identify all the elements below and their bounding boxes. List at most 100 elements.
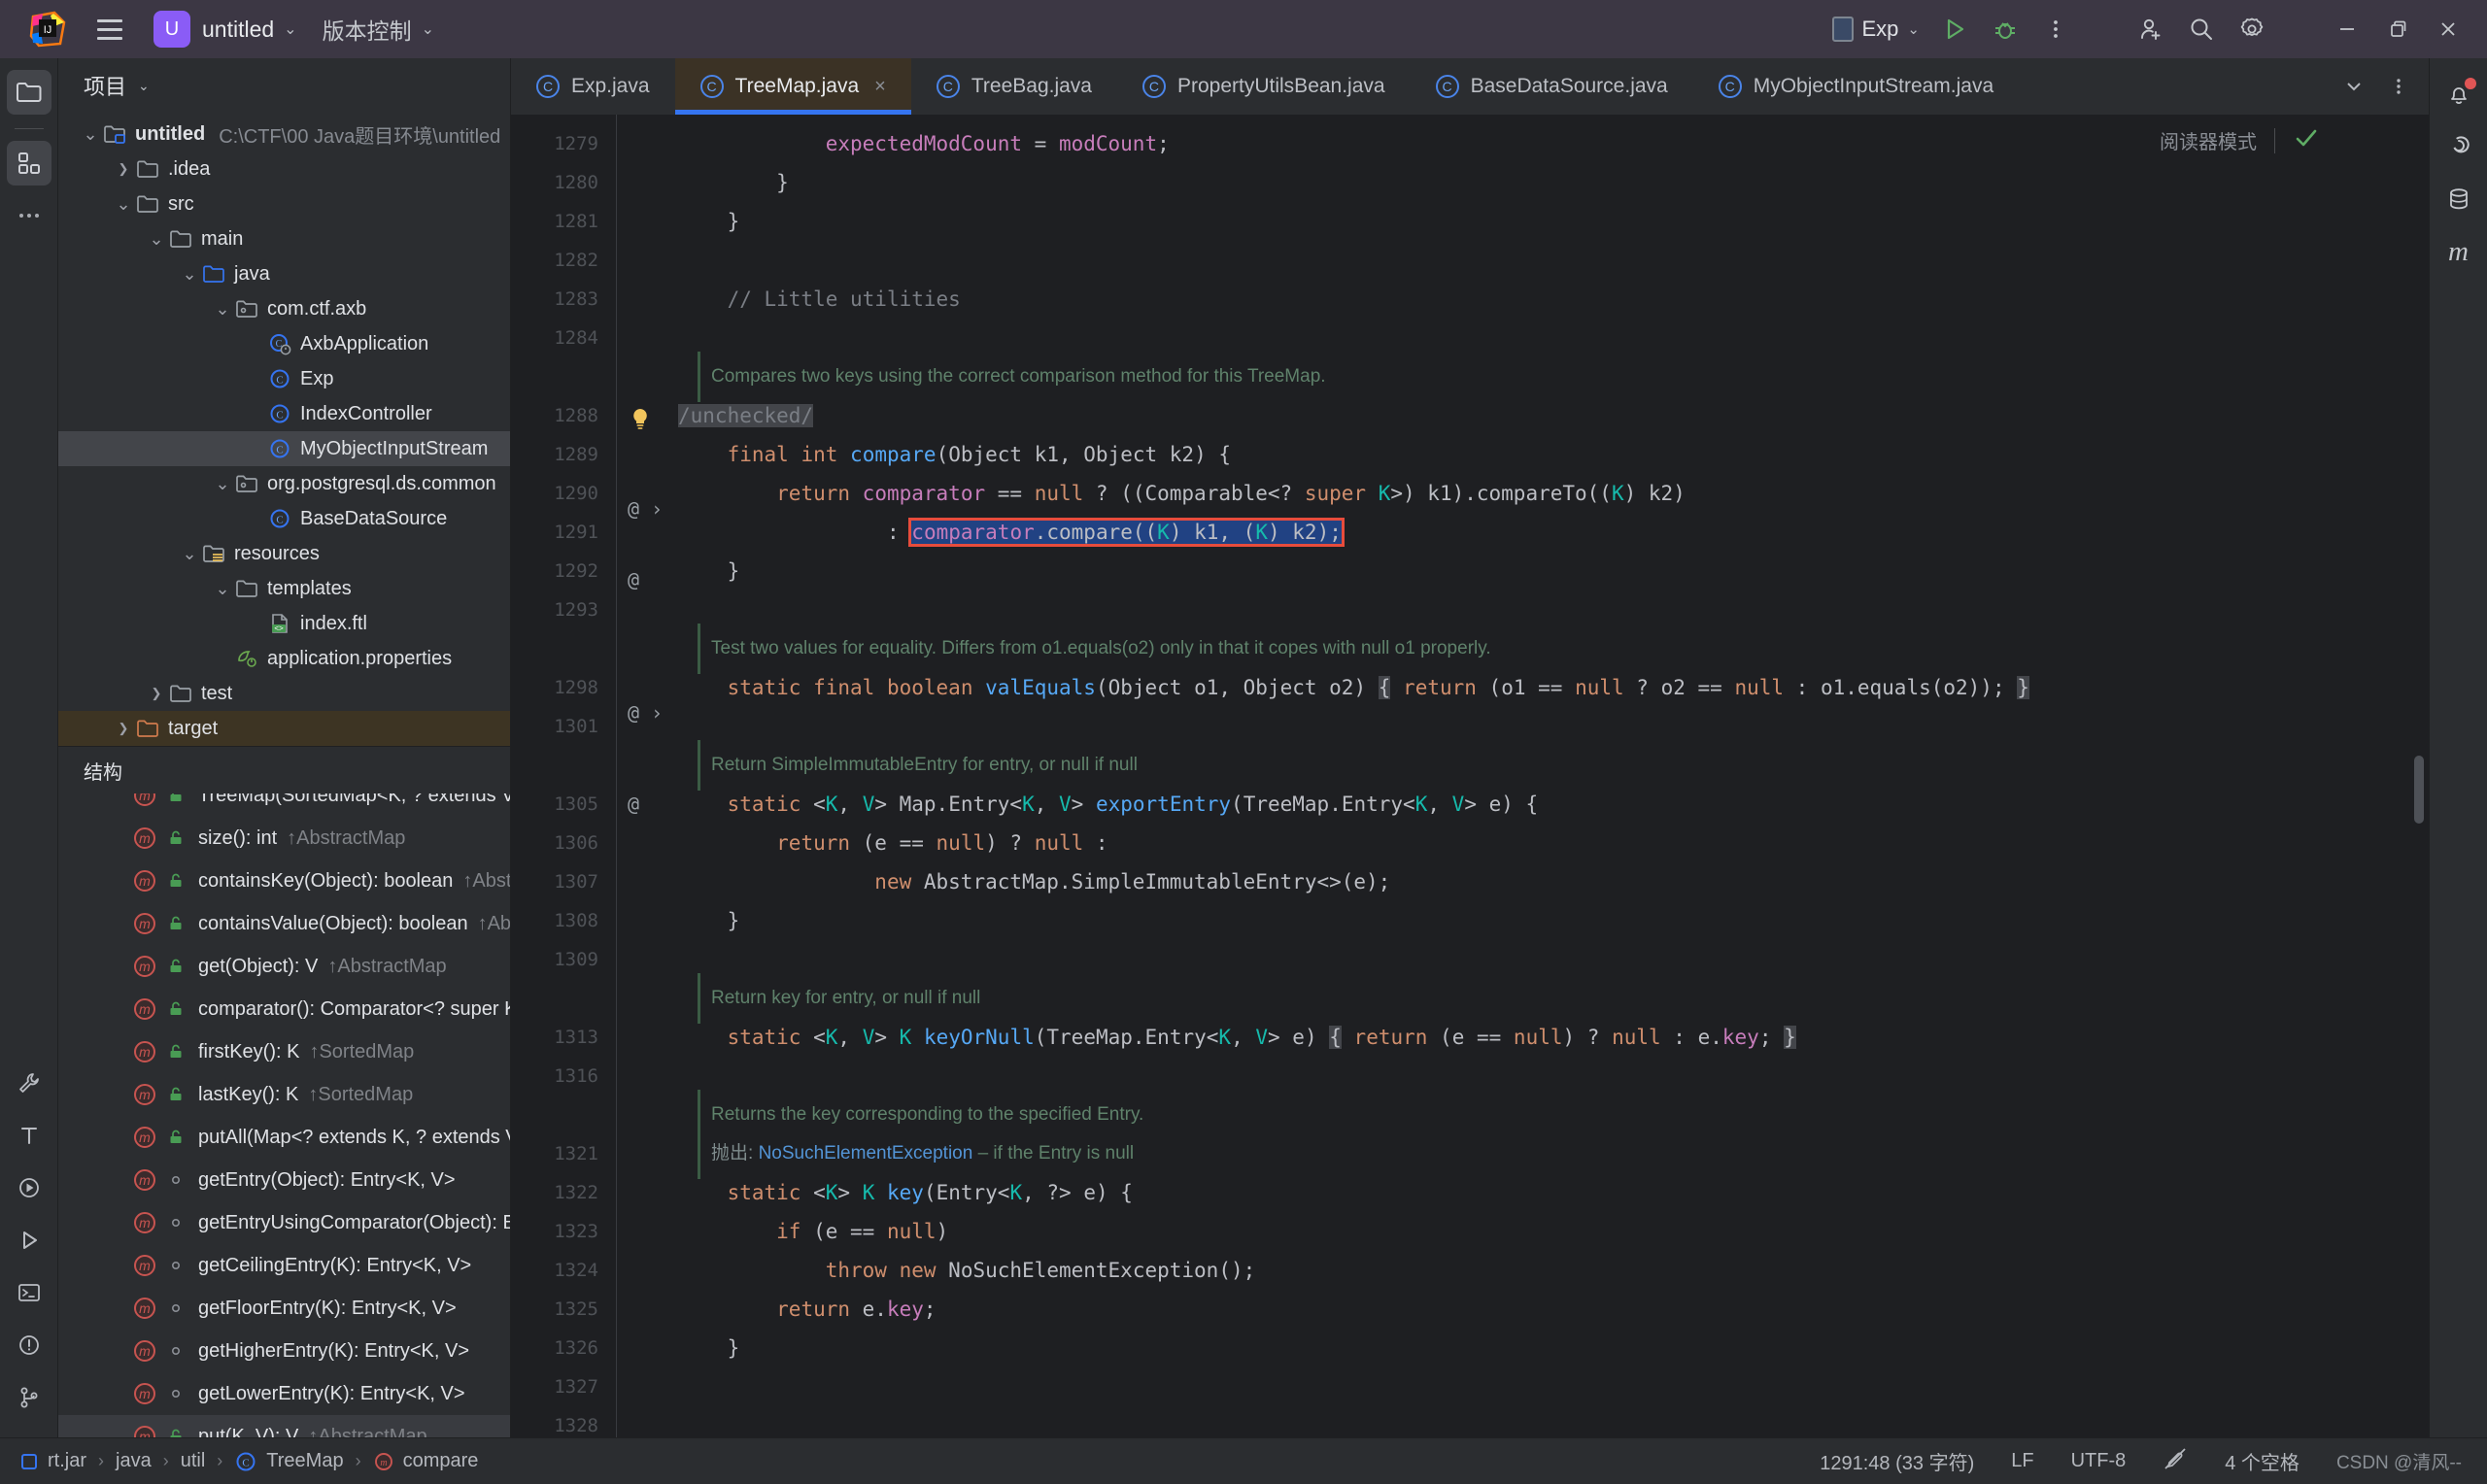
intention-bulb-icon[interactable] <box>628 406 653 437</box>
tab-more-vertical-icon[interactable] <box>2376 58 2421 115</box>
tree-expand-arrow-icon[interactable]: ⌄ <box>179 544 200 564</box>
no-edit-icon[interactable] <box>2163 1446 2188 1477</box>
hamburger-menu-icon[interactable] <box>87 7 132 51</box>
project-tree[interactable]: ⌄ untitled C:\CTF\00 Java题目环境\untitled ❯ .id… <box>58 113 510 746</box>
tree-expand-arrow-icon[interactable]: ❯ <box>146 686 167 701</box>
project-pane-header[interactable]: 项目 ⌄ <box>58 58 510 113</box>
tree-item-basedatasource[interactable]: C BaseDataSource <box>58 501 510 536</box>
structure-item[interactable]: m getHigherEntry(K): Entry<K, V> <box>58 1330 510 1372</box>
structure-item[interactable]: m getLowerEntry(K): Entry<K, V> <box>58 1372 510 1415</box>
tab-basedatasource-java[interactable]: C BaseDataSource.java <box>1411 58 1693 115</box>
scrollbar-thumb[interactable] <box>2414 756 2424 824</box>
git-branch-icon[interactable] <box>7 1375 51 1420</box>
tree-item-java[interactable]: ⌄ java <box>58 256 510 291</box>
vcs-menu-label[interactable]: 版本控制 <box>323 13 412 46</box>
breadcrumb-item-compare[interactable]: m compare <box>373 1450 478 1472</box>
build-wrench-icon[interactable] <box>7 1061 51 1105</box>
file-encoding[interactable]: UTF-8 <box>2071 1450 2127 1472</box>
code-content[interactable]: expectedModCount = modCount; } } // Litt… <box>678 115 2429 1437</box>
structure-list[interactable]: m TreeMap(SortedMap<K, ? extends V>) m size… <box>58 793 510 1437</box>
tree-item-index-ftl[interactable]: <> index.ftl <box>58 606 510 641</box>
sidebar-item-project[interactable] <box>6 70 51 115</box>
tree-item--idea[interactable]: ❯ .idea <box>58 152 510 186</box>
tree-item-resources[interactable]: ⌄ resources <box>58 536 510 571</box>
structure-item[interactable]: m lastKey(): K ↑SortedMap <box>58 1073 510 1116</box>
tree-expand-arrow-icon[interactable]: ❯ <box>113 721 134 736</box>
structure-item[interactable]: m firstKey(): K ↑SortedMap <box>58 1030 510 1073</box>
structure-item[interactable]: m get(Object): V ↑AbstractMap <box>58 945 510 988</box>
project-badge[interactable]: U <box>153 11 190 48</box>
close-icon[interactable] <box>2423 4 2473 54</box>
tree-item-test[interactable]: ❯ test <box>58 676 510 711</box>
run-circle-icon[interactable] <box>7 1165 51 1210</box>
annotation-icon[interactable]: @ <box>628 568 639 592</box>
tab-exp-java[interactable]: C Exp.java <box>511 58 675 115</box>
sidebar-item-more[interactable] <box>7 193 51 238</box>
terminal-icon[interactable] <box>7 1270 51 1315</box>
structure-item[interactable]: m containsKey(Object): boolean ↑AbstractM… <box>58 860 510 902</box>
vcs-chevron-down-icon[interactable]: ⌄ <box>422 19 434 39</box>
tree-expand-arrow-icon[interactable]: ⌄ <box>212 299 233 320</box>
run-play-icon[interactable] <box>1929 4 1980 54</box>
structure-item[interactable]: m size(): int ↑AbstractMap <box>58 817 510 860</box>
annotation-expand-icon[interactable]: @ › <box>628 701 663 725</box>
add-user-icon[interactable] <box>2126 4 2176 54</box>
sidebar-item-structure[interactable] <box>6 141 51 186</box>
tab-treemap-java[interactable]: C TreeMap.java × <box>674 58 912 115</box>
run-triangle-icon[interactable] <box>7 1218 51 1263</box>
tree-item-target[interactable]: ❯ target <box>58 711 510 746</box>
structure-item[interactable]: m getFloorEntry(K): Entry<K, V> <box>58 1287 510 1330</box>
problems-warning-icon[interactable] <box>7 1323 51 1367</box>
run-configuration-selector[interactable]: Exp ⌄ <box>1828 17 1930 42</box>
database-icon[interactable] <box>2436 177 2481 221</box>
structure-item[interactable]: m putAll(Map<? extends K, ? extends V>): … <box>58 1116 510 1159</box>
minimize-icon[interactable] <box>2322 4 2372 54</box>
maven-m-letter-icon[interactable]: m <box>2436 229 2481 274</box>
code-editor[interactable]: 1279 1280 1281 1282 1283 1284 1288 1289 1290 1291… <box>511 115 2429 1437</box>
tree-item-application-properties[interactable]: application.properties <box>58 641 510 676</box>
search-icon[interactable] <box>2176 4 2227 54</box>
tree-item-exp[interactable]: C Exp <box>58 361 510 396</box>
tree-expand-arrow-icon[interactable]: ⌄ <box>212 474 233 494</box>
tree-item-templates[interactable]: ⌄ templates <box>58 571 510 606</box>
structure-item[interactable]: m containsValue(Object): boolean ↑Abstrac… <box>58 902 510 945</box>
tree-expand-arrow-icon[interactable]: ⌄ <box>113 194 134 215</box>
structure-item[interactable]: m put(K, V): V ↑AbstractMap <box>58 1415 510 1437</box>
editor-vertical-scrollbar[interactable] <box>2413 115 2425 1437</box>
close-icon[interactable]: × <box>874 76 886 98</box>
indent-setting[interactable]: 4 个空格 <box>2225 1447 2300 1475</box>
more-vertical-icon[interactable] <box>2030 4 2081 54</box>
tree-expand-arrow-icon[interactable]: ⌄ <box>212 579 233 599</box>
tree-expand-arrow-icon[interactable]: ⌄ <box>179 264 200 285</box>
tab-list-chevron-down-icon[interactable] <box>2332 58 2376 115</box>
structure-item[interactable]: m getCeilingEntry(K): Entry<K, V> <box>58 1244 510 1287</box>
gutter-icons[interactable]: @ › @ @ › @ <box>616 115 678 1437</box>
tab-propertyutilsbean-java[interactable]: C PropertyUtilsBean.java <box>1117 58 1411 115</box>
tree-expand-arrow-icon[interactable]: ⌄ <box>80 124 101 145</box>
annotation-expand-icon[interactable]: @ › <box>628 497 663 522</box>
structure-item[interactable]: m getEntry(Object): Entry<K, V> <box>58 1159 510 1201</box>
todo-t-letter-icon[interactable] <box>7 1113 51 1158</box>
maximize-restore-icon[interactable] <box>2372 4 2423 54</box>
structure-item[interactable]: m getEntryUsingComparator(Object): Entry<… <box>58 1201 510 1244</box>
chevron-down-icon[interactable]: ⌄ <box>138 78 150 94</box>
caret-position[interactable]: 1291:48 (33 字符) <box>1820 1447 1974 1475</box>
reader-mode-indicator[interactable]: 阅读器模式 <box>2160 124 2320 156</box>
debug-bug-icon[interactable] <box>1980 4 2030 54</box>
tree-item-src[interactable]: ⌄ src <box>58 186 510 221</box>
project-chevron-down-icon[interactable]: ⌄ <box>284 19 296 39</box>
tree-item-main[interactable]: ⌄ main <box>58 221 510 256</box>
breadcrumb-item-java[interactable]: java <box>116 1450 152 1472</box>
tree-expand-arrow-icon[interactable]: ⌄ <box>146 229 167 250</box>
annotation-icon[interactable]: @ <box>628 793 639 817</box>
structure-item[interactable]: m TreeMap(SortedMap<K, ? extends V>) <box>58 793 510 817</box>
tree-item-axbapplication[interactable]: C AxbApplication <box>58 326 510 361</box>
project-name-label[interactable]: untitled <box>202 17 274 43</box>
tree-item-com-ctf-axb[interactable]: ⌄ com.ctf.axb <box>58 291 510 326</box>
gear-icon[interactable] <box>2227 4 2277 54</box>
breadcrumb-item-util[interactable]: util <box>181 1450 206 1472</box>
tree-item-myobjectinputstream[interactable]: C MyObjectInputStream <box>58 431 510 466</box>
structure-item[interactable]: mcomparator(): Comparator<? super K> ↑So… <box>58 988 510 1030</box>
breadcrumb-item-rt-jar[interactable]: rt.jar <box>19 1450 86 1472</box>
notifications-bell-icon[interactable] <box>2436 72 2481 117</box>
